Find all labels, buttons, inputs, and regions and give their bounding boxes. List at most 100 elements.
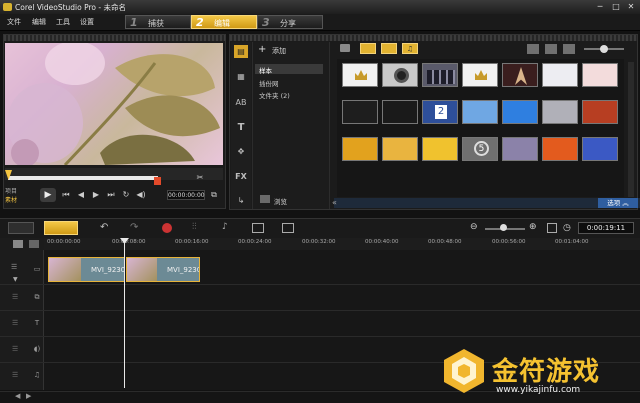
- play-button[interactable]: ▶: [40, 188, 56, 202]
- title-track-toggle[interactable]: ☰: [12, 319, 18, 327]
- sound-mixer-icon[interactable]: ⫶⫶: [192, 222, 197, 232]
- zoom-knob[interactable]: [500, 224, 507, 231]
- folder-item-samples[interactable]: 样本: [259, 65, 272, 75]
- show-photo-icon[interactable]: [381, 43, 397, 54]
- project-mode-label[interactable]: 项目: [5, 186, 17, 195]
- fit-project-icon[interactable]: [547, 223, 557, 233]
- redo-icon[interactable]: ↷: [130, 222, 138, 233]
- library-thumbnail[interactable]: I02: [542, 137, 578, 161]
- zoom-in-icon[interactable]: ⊕: [529, 222, 537, 232]
- media-category-icon[interactable]: ▤: [234, 45, 248, 58]
- overlay-track-toggle[interactable]: ☰: [12, 293, 18, 301]
- library-thumbnail[interactable]: DS电影: [422, 63, 458, 87]
- collapse-left-icon[interactable]: «: [332, 198, 337, 207]
- add-icon[interactable]: +: [258, 44, 266, 55]
- scroll-left-icon[interactable]: ◀: [15, 392, 20, 400]
- zoom-out-icon[interactable]: ⊖: [470, 222, 478, 232]
- thumbnail-view-icon[interactable]: [545, 44, 557, 54]
- library-thumbnail[interactable]: V12: [502, 100, 538, 124]
- track-manager-icon[interactable]: [13, 240, 23, 248]
- open-folder-icon[interactable]: [340, 44, 350, 52]
- video-clip[interactable]: MVI_9230: [126, 257, 200, 282]
- list-view-icon[interactable]: [527, 44, 539, 54]
- add-folder-label[interactable]: 添加: [272, 46, 286, 56]
- music-track-toggle[interactable]: ☰: [12, 371, 18, 379]
- end-icon[interactable]: ⏭: [105, 189, 117, 201]
- library-thumbnail[interactable]: 1.png: [462, 63, 498, 87]
- library-thumbnail[interactable]: V17: [422, 137, 458, 161]
- folder-item-3[interactable]: 文件夹 (2): [259, 90, 290, 100]
- subtitle-editor-icon[interactable]: [252, 223, 264, 233]
- menu-file[interactable]: 文件: [7, 17, 21, 27]
- close-button[interactable]: ✕: [625, 2, 637, 12]
- library-thumbnail[interactable]: 2V09: [422, 100, 458, 124]
- maximize-button[interactable]: □: [610, 2, 622, 12]
- voice-track-toggle[interactable]: ☰: [12, 345, 18, 353]
- volume-icon[interactable]: ◀): [135, 189, 147, 201]
- repeat-icon[interactable]: ↻: [120, 189, 132, 201]
- library-thumbnail[interactable]: I03: [582, 137, 618, 161]
- clock-icon[interactable]: ◷: [563, 223, 571, 233]
- library-scrollbar[interactable]: [628, 62, 634, 197]
- filter-fx-icon[interactable]: FX: [234, 170, 248, 183]
- minimize-button[interactable]: ─: [594, 2, 606, 12]
- sort-icon[interactable]: [563, 44, 575, 54]
- video-clip[interactable]: MVI_9230: [48, 257, 125, 282]
- library-thumbnail[interactable]: DS电影: [502, 63, 538, 87]
- library-thumbnail[interactable]: V07: [342, 100, 378, 124]
- track-visibility-icon[interactable]: ☰: [11, 263, 17, 271]
- scene-icon[interactable]: [282, 223, 294, 233]
- show-video-icon[interactable]: [360, 43, 376, 54]
- browse-label[interactable]: 浏览: [274, 196, 287, 206]
- title-icon[interactable]: T: [234, 121, 248, 134]
- undo-icon[interactable]: ↶: [100, 222, 108, 233]
- library-thumbnail[interactable]: V19: [502, 137, 538, 161]
- library-thumbnail[interactable]: V06: [582, 63, 618, 87]
- clip-mode-label[interactable]: 素材: [5, 195, 17, 204]
- library-thumbnail[interactable]: V14: [582, 100, 618, 124]
- transition-icon[interactable]: AB: [234, 96, 248, 109]
- prev-frame-icon[interactable]: ◀: [75, 189, 87, 201]
- folder-item-2[interactable]: 插份网: [259, 78, 279, 88]
- library-thumbnail[interactable]: 5V18: [462, 137, 498, 161]
- home-icon[interactable]: ⏮: [60, 189, 72, 201]
- show-audio-icon[interactable]: ♫: [402, 43, 418, 54]
- step-share-tab[interactable]: 3 分享: [257, 15, 323, 29]
- library-thumbnail[interactable]: V16: [382, 137, 418, 161]
- library-thumbnail[interactable]: 1.png: [342, 63, 378, 87]
- step-capture-tab[interactable]: 1 捕获: [125, 15, 191, 29]
- instant-project-icon[interactable]: ▦: [234, 70, 248, 83]
- mark-out-icon[interactable]: [154, 177, 161, 185]
- library-thumbnail[interactable]: V11: [462, 100, 498, 124]
- step-edit-tab[interactable]: 2 编辑: [191, 15, 257, 29]
- storyboard-view-button[interactable]: [8, 222, 34, 234]
- enlarge-icon[interactable]: ⧉: [208, 189, 220, 201]
- browse-folder-icon[interactable]: [260, 195, 270, 203]
- library-thumbnail[interactable]: music.mp3: [382, 63, 418, 87]
- record-capture-icon[interactable]: [162, 223, 172, 233]
- thumb-size-knob[interactable]: [600, 45, 608, 53]
- playhead[interactable]: [124, 238, 125, 388]
- path-icon[interactable]: ↳: [234, 194, 248, 207]
- scroll-right-icon[interactable]: ▶: [26, 392, 31, 400]
- project-duration-timecode[interactable]: 0:00:19:11: [578, 222, 634, 234]
- track-expand-icon[interactable]: ▼: [13, 276, 18, 283]
- menu-edit[interactable]: 编辑: [32, 17, 46, 27]
- timeline-view-button[interactable]: [44, 221, 78, 235]
- auto-music-icon[interactable]: ♪: [222, 222, 228, 232]
- menu-settings[interactable]: 设置: [80, 17, 94, 27]
- scrub-bar[interactable]: [8, 176, 158, 180]
- preview-screen[interactable]: [5, 43, 223, 165]
- chapter-icon[interactable]: [29, 240, 39, 248]
- options-button[interactable]: 选项 ︽: [598, 198, 638, 208]
- next-frame-icon[interactable]: ▶: [90, 189, 102, 201]
- app-logo-icon: [3, 3, 12, 11]
- library-thumbnail[interactable]: V08: [382, 100, 418, 124]
- graphic-icon[interactable]: ✥: [234, 145, 248, 158]
- library-thumbnail[interactable]: V13: [542, 100, 578, 124]
- player-timecode[interactable]: 00:00:00:00: [167, 190, 205, 200]
- library-thumbnail[interactable]: V15: [342, 137, 378, 161]
- menu-tools[interactable]: 工具: [56, 17, 70, 27]
- library-thumbnail[interactable]: P05: [542, 63, 578, 87]
- cut-icon[interactable]: ✂: [194, 172, 206, 184]
